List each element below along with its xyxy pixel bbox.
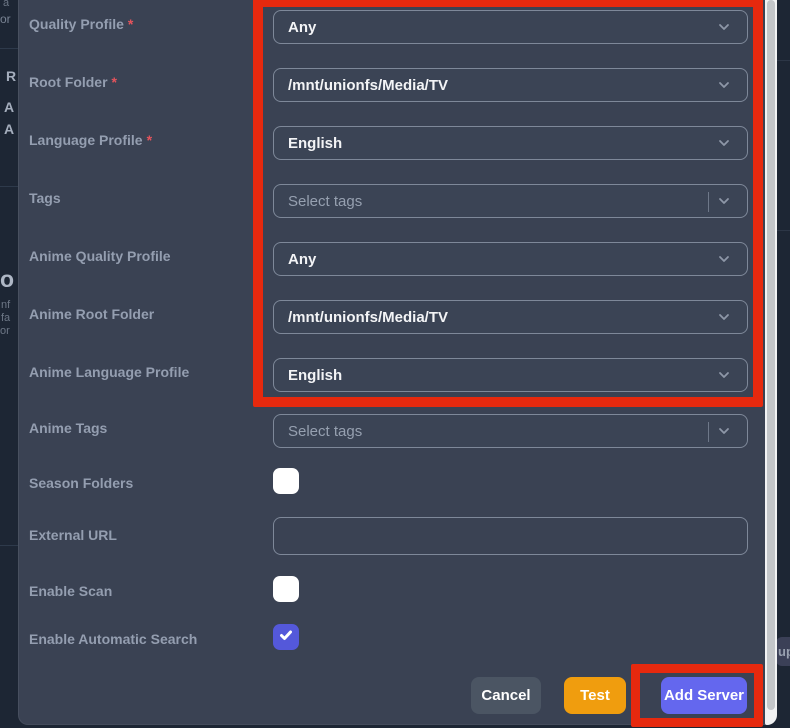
season-folders-label: Season Folders — [29, 475, 134, 491]
anime-quality-profile-select[interactable]: Any — [273, 242, 748, 276]
chevron-down-icon — [717, 78, 731, 92]
external-url-input[interactable] — [273, 517, 748, 555]
background-divider — [0, 186, 18, 187]
quality-profile-value: Any — [288, 18, 317, 36]
background-text-fragment: R — [6, 68, 17, 84]
add-server-button[interactable]: Add Server — [661, 677, 747, 714]
background-text-fragment: a — [3, 0, 10, 9]
background-divider — [0, 545, 18, 546]
chevron-down-icon — [717, 368, 731, 382]
required-asterisk: * — [111, 74, 117, 90]
anime-quality-profile-value: Any — [288, 250, 317, 268]
required-asterisk: * — [127, 16, 134, 32]
background-partial-button[interactable]: up — [776, 637, 790, 666]
background-text-fragment: or — [0, 12, 11, 26]
root-folder-value: /mnt/unionfs/Media/TV — [288, 76, 448, 94]
background-text-fragment: or — [0, 325, 10, 337]
root-folder-select[interactable]: /mnt/unionfs/Media/TV — [273, 68, 748, 102]
anime-root-folder-label: Anime Root Folder — [29, 306, 155, 322]
language-profile-value: English — [288, 134, 343, 152]
background-text-fragment: o — [0, 266, 15, 292]
background-text-fragment: fa — [1, 312, 11, 324]
multiselect-separator — [708, 192, 709, 212]
required-asterisk: * — [146, 132, 153, 148]
chevron-down-icon — [717, 252, 731, 266]
background-text-fragment: A — [4, 99, 15, 115]
chevron-down-icon — [717, 20, 731, 34]
enable-automatic-search-checkbox[interactable] — [273, 624, 299, 650]
modal-scrollbar-thumb[interactable] — [767, 0, 775, 710]
language-profile-select[interactable]: English — [273, 126, 748, 160]
anime-quality-profile-label: Anime Quality Profile — [29, 248, 171, 264]
cancel-button[interactable]: Cancel — [471, 677, 541, 714]
chevron-down-icon — [717, 424, 731, 438]
season-folders-checkbox[interactable] — [273, 468, 299, 494]
anime-root-folder-value: /mnt/unionfs/Media/TV — [288, 308, 448, 326]
background-text-fragment: A — [4, 121, 15, 137]
anime-tags-label: Anime Tags — [29, 420, 108, 436]
tags-multiselect[interactable]: Select tags — [273, 184, 748, 218]
background-partial-button-label: up — [778, 644, 790, 659]
background-divider — [777, 60, 790, 61]
quality-profile-label: Quality Profile * — [29, 16, 134, 32]
enable-scan-label: Enable Scan — [29, 583, 113, 599]
test-button[interactable]: Test — [564, 677, 626, 714]
background-text-fragment: nf — [1, 299, 11, 311]
anime-tags-multiselect[interactable]: Select tags — [273, 414, 748, 448]
anime-language-profile-select[interactable]: English — [273, 358, 748, 392]
anime-language-profile-label: Anime Language Profile — [29, 364, 190, 380]
checkmark-icon — [278, 627, 294, 648]
anime-language-profile-value: English — [288, 366, 343, 384]
anime-root-folder-select[interactable]: /mnt/unionfs/Media/TV — [273, 300, 748, 334]
sonarr-server-modal: Quality Profile * Any Root Folder * /mnt/u… — [18, 0, 777, 725]
enable-automatic-search-label: Enable Automatic Search — [29, 631, 198, 647]
tags-placeholder: Select tags — [288, 192, 363, 210]
chevron-down-icon — [717, 136, 731, 150]
root-folder-label: Root Folder * — [29, 74, 117, 90]
background-divider — [0, 48, 18, 49]
multiselect-separator — [708, 422, 709, 442]
anime-tags-placeholder: Select tags — [288, 422, 363, 440]
external-url-label: External URL — [29, 527, 117, 543]
tags-label: Tags — [29, 190, 61, 206]
quality-profile-select[interactable]: Any — [273, 10, 748, 44]
enable-scan-checkbox[interactable] — [273, 576, 299, 602]
modal-scrollbar-track — [765, 0, 777, 725]
chevron-down-icon — [717, 310, 731, 324]
background-divider — [777, 230, 790, 231]
language-profile-label: Language Profile * — [29, 132, 153, 148]
chevron-down-icon — [717, 194, 731, 208]
